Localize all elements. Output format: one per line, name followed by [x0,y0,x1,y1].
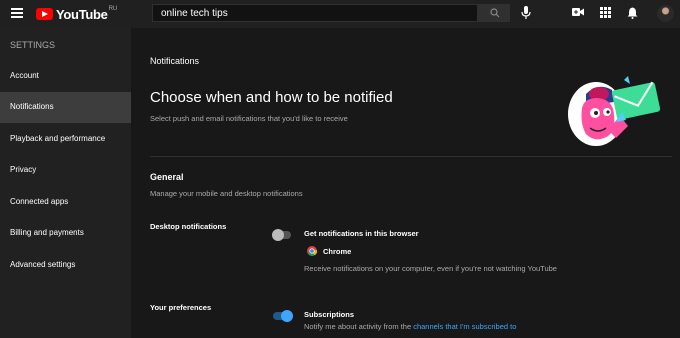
search-icon [490,8,500,18]
general-title: General [150,172,184,182]
section-divider [150,156,672,157]
youtube-logo[interactable]: YouTube RU [36,6,117,22]
menu-icon[interactable] [11,8,23,18]
create-video-icon[interactable] [572,7,584,17]
browser-notifications-description: Receive notifications on your computer, … [304,264,557,273]
preferences-label: Your preferences [150,303,212,312]
subscriptions-description-text: Notify me about activity from the [304,322,414,331]
main-content: Notifications Choose when and how to be … [131,28,680,338]
browser-notifications-title: Get notifications in this browser [304,229,419,238]
sidebar-item-advanced[interactable]: Advanced settings [0,250,131,281]
browser-row: Chrome [307,246,351,256]
page-subtitle: Select push and email notifications that… [150,114,348,123]
search-input[interactable]: online tech tips [152,4,478,22]
section-label: Notifications [150,56,200,66]
desktop-notifications-label: Desktop notifications [150,222,227,231]
page-title: Choose when and how to be notified [150,89,393,106]
logo-region: RU [108,6,118,12]
logo-wordmark: YouTube [56,6,108,22]
toggle-knob [272,229,284,241]
browser-name: Chrome [323,246,352,256]
sidebar-item-notifications[interactable]: Notifications [0,92,131,123]
apps-icon[interactable] [600,7,611,18]
toggle-knob [281,310,293,322]
subscriptions-title: Subscriptions [304,310,355,319]
settings-sidebar: SETTINGS Account Notifications Playback … [0,28,131,338]
notifications-illustration-icon [568,76,661,146]
sidebar-item-connected-apps[interactable]: Connected apps [0,187,131,218]
sidebar-heading: SETTINGS [10,40,56,50]
chrome-icon [307,246,317,256]
subscribed-channels-link[interactable]: channels that I'm subscribed to [413,322,516,331]
desktop-notifications-toggle[interactable] [272,229,291,241]
sidebar-item-privacy[interactable]: Privacy [0,155,131,186]
subscriptions-toggle[interactable] [273,310,293,322]
sidebar-item-playback[interactable]: Playback and performance [0,124,131,155]
bell-icon[interactable] [627,7,638,19]
subscriptions-description: Notify me about activity from the channe… [304,322,516,331]
search-button[interactable] [478,4,510,22]
top-bar: YouTube RU online tech tips [0,0,680,28]
sidebar-item-billing[interactable]: Billing and payments [0,218,131,249]
sidebar-item-account[interactable]: Account [0,61,131,92]
mic-icon[interactable] [521,6,531,20]
avatar[interactable] [657,5,674,22]
youtube-play-icon [36,8,53,20]
general-subtitle: Manage your mobile and desktop notificat… [150,189,303,198]
